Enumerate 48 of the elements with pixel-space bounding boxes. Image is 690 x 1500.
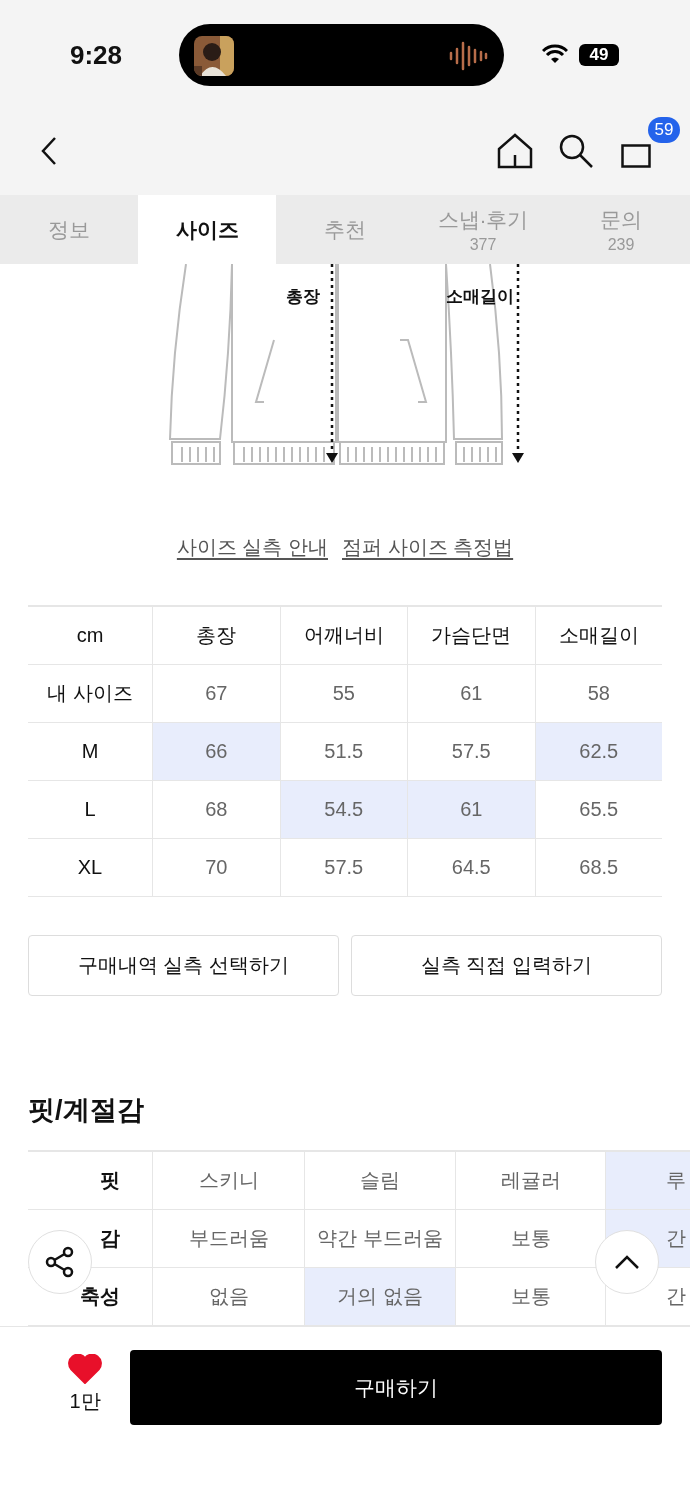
search-icon[interactable]	[558, 133, 594, 169]
table-cell: 61	[407, 665, 535, 723]
guide-link[interactable]: 사이즈 실측 안내	[176, 534, 328, 561]
column-header: cm	[28, 607, 152, 665]
column-header: 가슴단면	[407, 607, 535, 665]
table-cell: 62.5	[534, 723, 662, 781]
size-input-button[interactable]: 실측 직접 입력하기	[351, 935, 662, 996]
table-cell: 66	[152, 723, 280, 781]
status-time: 9:28	[70, 40, 123, 71]
heart-icon[interactable]	[68, 1354, 102, 1384]
column-header: 총장	[152, 607, 280, 665]
like-count: 1만	[69, 1389, 101, 1414]
table-cell: 스키니	[152, 1152, 304, 1210]
chevron-up-icon	[614, 1254, 640, 1270]
section-title: 핏/계절감	[28, 1094, 145, 1127]
column-header: 어깨너비	[279, 607, 407, 665]
share-icon	[44, 1246, 76, 1278]
table-cell: 57.5	[279, 839, 407, 897]
row-header: 핏	[28, 1152, 152, 1210]
diagram-label: 소매길이	[446, 287, 514, 306]
table-cell: 65.5	[534, 781, 662, 839]
waveform-icon	[448, 41, 488, 71]
wifi-icon	[542, 44, 568, 64]
table-cell: 64.5	[407, 839, 535, 897]
home-icon[interactable]	[497, 133, 533, 169]
diagram-label: 총장	[286, 287, 320, 306]
battery-level: 49	[579, 44, 619, 66]
guide-link[interactable]: 점퍼 사이즈 측정법	[342, 534, 514, 561]
table-cell: 54.5	[279, 781, 407, 839]
table-cell: 61	[407, 781, 535, 839]
size-input-button[interactable]: 구매내역 실측 선택하기	[28, 935, 339, 996]
table-cell: 70	[152, 839, 280, 897]
buy-button[interactable]: 구매하기	[130, 1350, 662, 1425]
table-cell: 거의 없음	[304, 1268, 455, 1326]
table-cell: 부드러움	[152, 1210, 304, 1268]
table-cell: 68	[152, 781, 280, 839]
table-cell: 슬림	[304, 1152, 455, 1210]
tab[interactable]: 사이즈	[138, 195, 276, 264]
row-header: XL	[28, 839, 152, 897]
table-cell: 루	[605, 1152, 690, 1210]
table-cell: 55	[279, 665, 407, 723]
shopping-bag-icon[interactable]	[621, 144, 651, 168]
table-cell: 68.5	[534, 839, 662, 897]
row-header: 내 사이즈	[28, 665, 152, 723]
column-header: 소매길이	[534, 607, 662, 665]
row-header: L	[28, 781, 152, 839]
cart-count-badge: 59	[648, 117, 680, 143]
back-icon[interactable]	[40, 136, 58, 166]
